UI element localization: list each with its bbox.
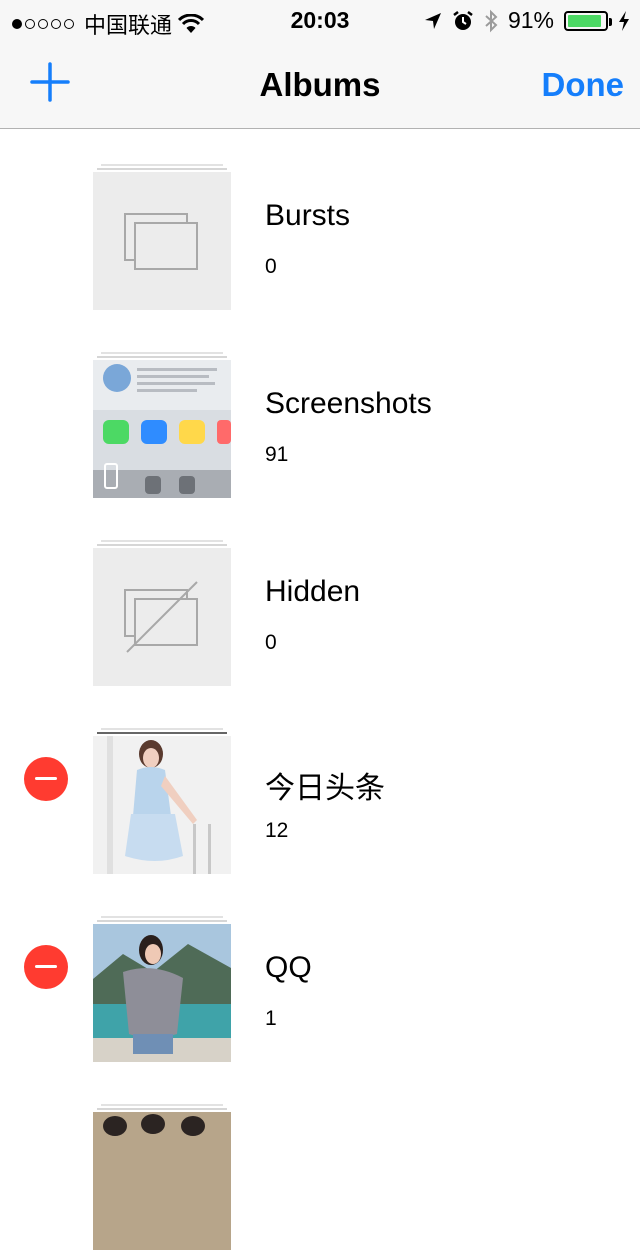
add-album-button[interactable] bbox=[30, 62, 70, 102]
album-name: 今日头条 bbox=[265, 771, 385, 806]
album-count: 0 bbox=[265, 631, 277, 654]
album-name: Screenshots bbox=[265, 387, 432, 420]
plus-icon bbox=[30, 62, 70, 102]
album-count: 1 bbox=[265, 1007, 277, 1030]
battery-icon bbox=[564, 10, 612, 31]
album-name: Bursts bbox=[265, 199, 351, 232]
bursts-placeholder-icon bbox=[124, 213, 198, 270]
photo bbox=[93, 1112, 231, 1250]
photo bbox=[93, 736, 231, 874]
album-thumbnail bbox=[93, 1112, 231, 1250]
album-row-partial[interactable] bbox=[0, 1069, 640, 1257]
screenshot-photo bbox=[93, 360, 231, 498]
album-list: Bursts 0 Screenshots 91 Hidden 0 今日头条 12… bbox=[0, 129, 640, 1257]
done-button[interactable]: Done bbox=[542, 66, 625, 104]
album-row-qq[interactable]: QQ 1 bbox=[0, 881, 640, 1069]
photo bbox=[93, 924, 231, 1062]
delete-album-button[interactable] bbox=[24, 757, 68, 801]
album-name: QQ bbox=[265, 951, 312, 984]
album-count: 12 bbox=[265, 819, 289, 842]
bluetooth-icon bbox=[485, 9, 498, 32]
album-row-bursts[interactable]: Bursts 0 bbox=[0, 129, 640, 317]
album-row-toutiao[interactable]: 今日头条 12 bbox=[0, 693, 640, 881]
battery-percentage: 91% bbox=[507, 7, 554, 33]
album-thumbnail bbox=[93, 924, 231, 1062]
status-bar: 中国联通 20:03 91% bbox=[0, 0, 640, 40]
charging-bolt-icon bbox=[619, 10, 629, 31]
delete-album-button[interactable] bbox=[24, 945, 68, 989]
album-row-screenshots[interactable]: Screenshots 91 bbox=[0, 317, 640, 505]
album-count: 91 bbox=[265, 443, 289, 466]
alarm-clock-icon bbox=[453, 10, 473, 30]
album-thumbnail bbox=[93, 172, 231, 310]
album-count: 0 bbox=[265, 255, 277, 278]
album-thumbnail bbox=[93, 360, 231, 498]
navigation-bar: Albums Done bbox=[0, 40, 640, 129]
album-thumbnail bbox=[93, 548, 231, 686]
album-thumbnail bbox=[93, 736, 231, 874]
album-name: Hidden bbox=[265, 575, 361, 608]
hidden-placeholder-icon bbox=[124, 581, 198, 653]
location-arrow-icon bbox=[424, 12, 441, 29]
album-row-hidden[interactable]: Hidden 0 bbox=[0, 505, 640, 693]
status-right: 91% bbox=[424, 7, 630, 34]
